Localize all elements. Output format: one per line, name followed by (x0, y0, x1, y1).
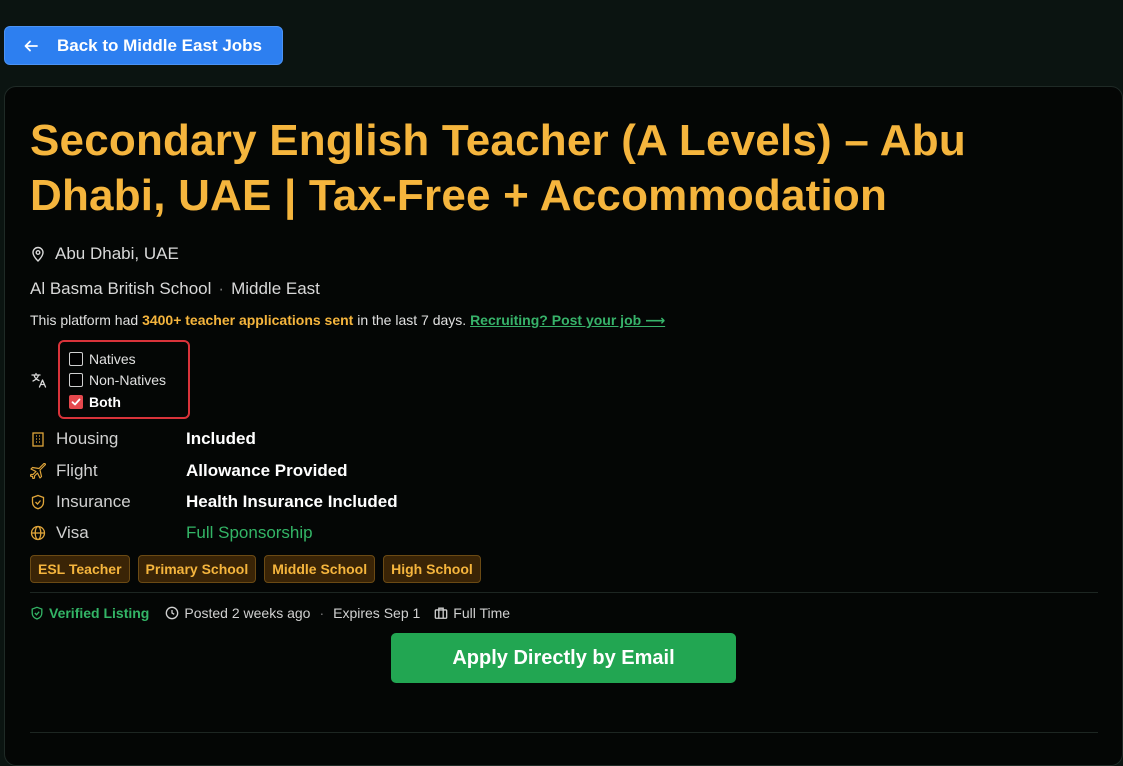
listing-meta: Verified Listing Posted 2 weeks ago · Ex… (30, 605, 510, 621)
benefit-label: Visa (56, 523, 89, 542)
divider (30, 732, 1098, 733)
posted-text: Posted 2 weeks ago (184, 605, 311, 621)
benefit-label: Flight (56, 461, 98, 480)
post-job-link[interactable]: Recruiting? Post your job ⟶ (470, 312, 665, 328)
translate-icon (30, 371, 48, 389)
check-icon (71, 398, 81, 406)
separator-dot: · (218, 279, 225, 298)
briefcase-icon (434, 606, 448, 620)
arrow-left-icon (23, 38, 39, 54)
benefit-value: Allowance Provided (186, 461, 348, 480)
benefit-label: Housing (56, 429, 119, 448)
tag-high-school[interactable]: High School (383, 555, 481, 583)
option-label: Both (89, 393, 121, 410)
clock-icon (165, 606, 179, 620)
job-type-text: Full Time (453, 605, 511, 621)
back-button-label: Back to Middle East Jobs (57, 35, 262, 55)
tag-esl-teacher[interactable]: ESL Teacher (30, 555, 130, 583)
school-name: Al Basma British School (30, 279, 212, 298)
option-label: Non-Natives (89, 372, 167, 389)
globe-icon (30, 525, 46, 541)
tag-primary-school[interactable]: Primary School (137, 555, 257, 583)
location-text: Abu Dhabi, UAE (55, 244, 179, 263)
shield-icon (30, 494, 46, 510)
benefit-visa: Visa Full Sponsorship (30, 523, 313, 543)
shield-check-icon (30, 606, 44, 620)
platform-suffix: in the last 7 days. (357, 312, 467, 328)
job-tags: ESL Teacher Primary School Middle School… (30, 555, 481, 583)
option-label: Natives (89, 350, 136, 367)
tag-middle-school[interactable]: Middle School (264, 555, 376, 583)
job-card: Secondary English Teacher (A Levels) – A… (4, 86, 1123, 766)
checkbox-natives[interactable] (69, 351, 83, 366)
building-icon (30, 431, 46, 447)
platform-prefix: This platform had (30, 312, 139, 328)
job-location: Abu Dhabi, UAE (30, 244, 179, 264)
benefit-value: Full Sponsorship (186, 523, 313, 542)
language-filter: Natives Non-Natives Both (58, 340, 190, 419)
platform-stats: This platform had 3400+ teacher applicat… (30, 312, 665, 329)
checkbox-non-natives[interactable] (69, 373, 83, 388)
verified-badge: Verified Listing (30, 605, 149, 621)
expires-text: Expires Sep 1 (333, 605, 421, 621)
benefit-flight: Flight Allowance Provided (30, 461, 348, 481)
school-info: Al Basma British School · Middle East (30, 279, 320, 299)
benefit-value: Health Insurance Included (186, 492, 398, 511)
language-option-natives[interactable]: Natives (69, 348, 188, 370)
posted-info: Posted 2 weeks ago (165, 605, 310, 621)
benefit-label: Insurance (56, 492, 131, 511)
benefit-value: Included (186, 429, 256, 448)
job-type: Full Time (434, 605, 510, 621)
back-to-jobs-button[interactable]: Back to Middle East Jobs (4, 26, 283, 65)
separator-dot: · (319, 605, 325, 621)
verified-label: Verified Listing (49, 605, 150, 621)
region-name: Middle East (231, 279, 320, 298)
checkbox-both[interactable] (69, 394, 83, 409)
plane-icon (30, 463, 46, 479)
language-option-non-natives[interactable]: Non-Natives (69, 370, 188, 392)
benefit-insurance: Insurance Health Insurance Included (30, 492, 398, 512)
job-title: Secondary English Teacher (A Levels) – A… (30, 116, 966, 220)
map-pin-icon (30, 246, 46, 262)
benefit-housing: Housing Included (30, 429, 256, 449)
apply-by-email-button[interactable]: Apply Directly by Email (391, 633, 736, 683)
applications-highlight: 3400+ teacher applications sent (142, 312, 354, 328)
divider (30, 592, 1098, 593)
language-option-both[interactable]: Both (69, 391, 188, 413)
